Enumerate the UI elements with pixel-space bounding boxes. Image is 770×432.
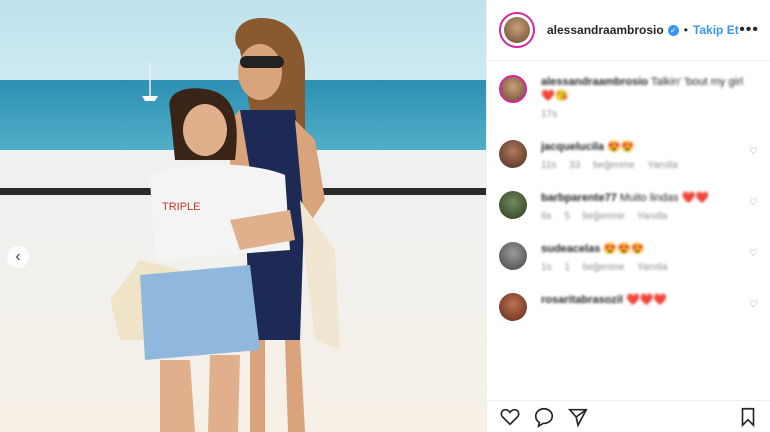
people-figures: TRIPLE (110, 18, 340, 432)
bookmark-icon[interactable] (737, 406, 759, 428)
svg-text:TRIPLE: TRIPLE (162, 201, 201, 213)
comment-time: 11s (541, 160, 557, 171)
comment-like-icon[interactable]: ♡ (749, 248, 759, 259)
comment-row: sudeacelas 😍😍😍 1s 1 beğenme Yanıtla ♡ (499, 242, 759, 273)
comment-time: 1s (541, 262, 552, 273)
caption-avatar[interactable] (499, 75, 527, 103)
comment-like-icon[interactable]: ♡ (749, 299, 759, 310)
comment-text: 😍😍 (607, 141, 635, 153)
comment-likes[interactable]: 1 beğenme (564, 262, 624, 273)
comment-username[interactable]: barbparente77 (541, 192, 617, 204)
author-username[interactable]: alessandraambrosio (547, 23, 664, 37)
post-photo[interactable]: TRIPLE ‹ (0, 0, 486, 432)
comment-likes[interactable]: 5 beğenme (564, 211, 624, 222)
action-bar (487, 400, 770, 432)
share-icon[interactable] (567, 406, 589, 428)
comment-text: ❤️❤️❤️ (625, 294, 668, 306)
caption-time: 17s (541, 109, 558, 120)
comment-like-icon[interactable]: ♡ (749, 146, 759, 157)
comment-username[interactable]: sudeacelas (541, 243, 600, 255)
comment-row: rosaritabrasozil ❤️❤️❤️ ♡ (499, 293, 759, 321)
comment-avatar[interactable] (499, 293, 527, 321)
comment-text: Muito lindas ❤️❤️ (619, 192, 710, 204)
comment-username[interactable]: jacquelucila (541, 141, 604, 153)
reply-button[interactable]: Yanıtla (637, 211, 667, 222)
caption-username[interactable]: alessandraambrosio (541, 76, 648, 88)
more-options-icon[interactable]: ••• (739, 21, 759, 39)
caption-row: alessandraambrosio Talkin' 'bout my girl… (499, 75, 759, 120)
author-avatar[interactable] (499, 12, 535, 48)
comment-like-icon[interactable]: ♡ (749, 197, 759, 208)
comment-avatar[interactable] (499, 191, 527, 219)
comment-time: 6s (541, 211, 552, 222)
comment-row: barbparente77 Muito lindas ❤️❤️ 6s 5 beğ… (499, 191, 759, 222)
follow-button[interactable]: Takip Et (693, 23, 739, 37)
verified-icon: ✓ (667, 24, 679, 36)
post-side-panel: alessandraambrosio ✓ • Takip Et ••• ales… (486, 0, 770, 432)
comment-avatar[interactable] (499, 140, 527, 168)
post-header: alessandraambrosio ✓ • Takip Et ••• (487, 0, 770, 61)
comment-likes[interactable]: 33 beğenme (569, 160, 635, 171)
previous-photo-button[interactable]: ‹ (7, 246, 29, 268)
comment-text: 😍😍😍 (603, 243, 645, 255)
reply-button[interactable]: Yanıtla (637, 262, 667, 273)
comment-icon[interactable] (533, 406, 555, 428)
reply-button[interactable]: Yanıtla (647, 160, 677, 171)
separator-dot: • (683, 23, 688, 37)
comments-list: alessandraambrosio Talkin' 'bout my girl… (487, 61, 770, 321)
heart-icon[interactable] (499, 406, 521, 428)
comment-avatar[interactable] (499, 242, 527, 270)
comment-username[interactable]: rosaritabrasozil (541, 294, 623, 306)
comment-row: jacquelucila 😍😍 11s 33 beğenme Yanıtla ♡ (499, 140, 759, 171)
